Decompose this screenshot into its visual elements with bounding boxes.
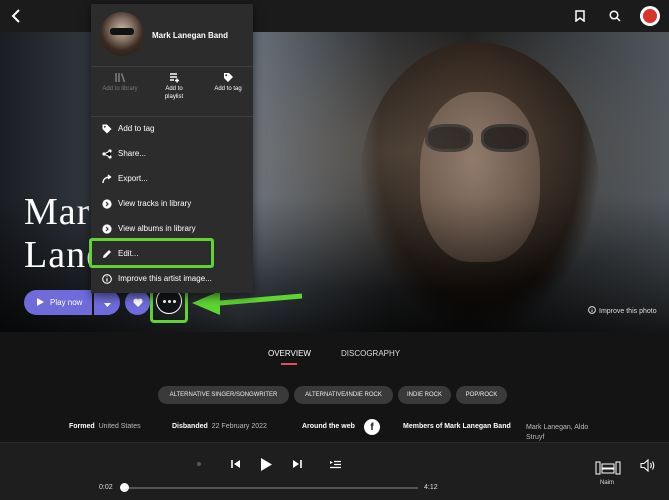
playlist-add-icon: [147, 70, 201, 85]
bookmark-icon[interactable]: [570, 6, 590, 26]
device-speaker-icon[interactable]: [594, 458, 622, 478]
genre-tag[interactable]: ALTERNATIVE/INDIE ROCK: [294, 386, 393, 404]
add-to-playlist-action[interactable]: Add to playlist: [147, 70, 201, 101]
add-to-tag-action[interactable]: Add to tag: [201, 70, 255, 93]
tab-discography[interactable]: DISCOGRAPHY: [341, 349, 400, 358]
menu-quick-actions: Add to library Add to playlist Add to ta…: [91, 70, 253, 116]
play-icon[interactable]: [257, 455, 275, 473]
menu-header: Mark Lanegan Band: [91, 4, 253, 62]
info-icon: [101, 273, 112, 284]
progress-track[interactable]: [124, 487, 418, 489]
add-to-library-action[interactable]: Add to library: [93, 70, 147, 93]
tab-overview[interactable]: OVERVIEW: [268, 349, 311, 358]
menu-item-add-to-tag[interactable]: Add to tag: [91, 116, 253, 141]
facebook-icon[interactable]: f: [364, 419, 380, 435]
active-tab-indicator: [281, 363, 297, 365]
tag-icon: [101, 123, 112, 134]
export-icon: [101, 173, 112, 184]
artist-avatar: [100, 12, 144, 56]
search-icon[interactable]: [605, 6, 625, 26]
edit-item-highlight: [89, 238, 214, 268]
members-info: Members of Mark Lanegan Band: [403, 423, 511, 430]
info-icon: [588, 306, 596, 316]
genre-tag[interactable]: POP/ROCK: [456, 386, 507, 404]
menu-artist-name: Mark Lanegan Band: [152, 31, 229, 40]
play-options-dropdown[interactable]: [94, 290, 120, 315]
caret-down-icon: [103, 294, 111, 312]
menu-item-share[interactable]: Share...: [91, 141, 253, 166]
library-icon: [93, 70, 147, 85]
heart-icon: [132, 294, 143, 312]
disbanded-info: Disbanded 22 February 2022: [172, 423, 267, 430]
improve-photo-link[interactable]: Improve this photo: [588, 306, 657, 316]
player-bar: 0:02 4:12 Naim: [0, 442, 669, 500]
profile-avatar-icon[interactable]: [640, 6, 660, 26]
device-name: Naim: [600, 480, 615, 486]
genre-tag[interactable]: ALTERNATIVE SINGER/SONGWRITER: [158, 386, 289, 404]
tag-icon: [201, 70, 255, 85]
elapsed-time: 0:02: [99, 484, 113, 491]
arrow-right-circle-icon: [101, 223, 112, 234]
next-track-icon[interactable]: [289, 457, 305, 471]
menu-item-view-tracks[interactable]: View tracks in library: [91, 191, 253, 216]
progress-knob[interactable]: [120, 483, 129, 492]
queue-icon[interactable]: [327, 457, 343, 471]
menu-item-improve-image[interactable]: Improve this artist image...: [91, 266, 253, 291]
chevron-left-icon[interactable]: [6, 6, 26, 26]
formed-info: Formed United States: [69, 423, 141, 430]
share-icon: [101, 148, 112, 159]
duration-time: 4:12: [424, 484, 438, 491]
menu-item-export[interactable]: Export...: [91, 166, 253, 191]
play-now-button[interactable]: Play now: [24, 290, 92, 315]
arrow-right-circle-icon: [101, 198, 112, 209]
favorite-button[interactable]: [125, 290, 150, 315]
artist-content: OVERVIEW DISCOGRAPHY ALTERNATIVE SINGER/…: [0, 332, 669, 442]
previous-track-icon[interactable]: [228, 457, 244, 471]
more-dots-icon: [162, 299, 166, 303]
volume-icon[interactable]: [638, 457, 658, 473]
around-the-web: Around the web: [302, 423, 355, 430]
status-dot: [197, 462, 201, 466]
genre-tag[interactable]: INDIE ROCK: [398, 386, 451, 404]
play-icon: [37, 297, 44, 308]
members-value[interactable]: Mark Lanegan, Aldo Struyf: [526, 423, 588, 443]
